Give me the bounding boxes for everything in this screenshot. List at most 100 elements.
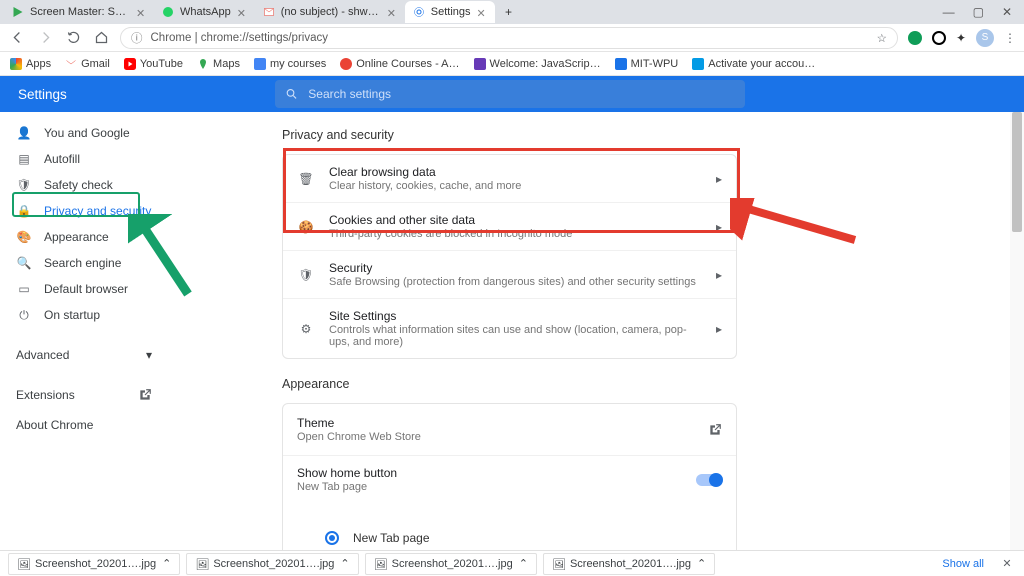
js-bookmark[interactable]: Welcome: JavaScrip… (474, 58, 601, 70)
search-settings[interactable] (275, 80, 745, 108)
close-icon[interactable]: ✕ (1002, 5, 1012, 19)
scrollbar[interactable] (1010, 112, 1024, 550)
address-bar: ⓘ Chrome | chrome://settings/privacy ☆ ✦… (0, 24, 1024, 52)
minimize-icon[interactable]: — (943, 5, 955, 19)
download-item[interactable]: 🖼Screenshot_20201….jpg⌃ (365, 553, 537, 575)
browser-tabbar: Screen Master: Screenshot & Lo ✕ WhatsAp… (0, 0, 1024, 24)
row-security[interactable]: 🛡 SecuritySafe Browsing (protection from… (283, 250, 736, 298)
ext2-icon[interactable] (932, 31, 946, 45)
shield-check-icon: 🛡 (16, 178, 32, 192)
chevron-up-icon[interactable]: ⌃ (340, 557, 349, 570)
autofill-icon: ▤ (16, 152, 32, 166)
row-cookies[interactable]: 🍪 Cookies and other site dataThird-party… (283, 202, 736, 250)
chevron-up-icon[interactable]: ⌃ (162, 557, 171, 570)
star-icon[interactable]: ☆ (877, 31, 887, 45)
mit-bookmark[interactable]: MIT-WPU (615, 58, 679, 70)
file-icon: 🖼 (552, 558, 564, 570)
sidebar-item-default[interactable]: ▭Default browser (8, 276, 160, 302)
tune-icon: ⚙ (297, 322, 315, 336)
profile-avatar[interactable]: S (976, 29, 994, 47)
maps-bookmark[interactable]: Maps (197, 58, 240, 70)
browser-icon: ▭ (16, 282, 32, 296)
row-clear-data[interactable]: 🗑 Clear browsing dataClear history, cook… (283, 155, 736, 202)
close-icon[interactable]: ✕ (477, 7, 487, 17)
extensions-icon[interactable]: ✦ (956, 31, 966, 45)
row-theme[interactable]: ThemeOpen Chrome Web Store (283, 404, 736, 455)
tab-gmail[interactable]: (no subject) - shweta.sawant656 ✕ (255, 1, 405, 23)
sidebar-item-startup[interactable]: ⏻On startup (8, 302, 160, 328)
gmail-bookmark[interactable]: Gmail (65, 58, 110, 70)
section-privacy-title: Privacy and security (282, 128, 1024, 142)
menu-icon[interactable]: ⋮ (1004, 31, 1016, 45)
chevron-up-icon[interactable]: ⌃ (697, 557, 706, 570)
new-tab-button[interactable]: + (499, 2, 519, 22)
row-site-settings[interactable]: ⚙ Site SettingsControls what information… (283, 298, 736, 358)
play-favicon (12, 6, 24, 18)
courses-bookmark[interactable]: my courses (254, 58, 326, 70)
omnibox[interactable]: ⓘ Chrome | chrome://settings/privacy ☆ (120, 27, 898, 49)
forward-button[interactable] (36, 29, 54, 47)
security-icon: 🔒 (16, 204, 32, 218)
sidebar-item-search[interactable]: 🔍Search engine (8, 250, 160, 276)
chevron-up-icon[interactable]: ⌃ (519, 557, 528, 570)
search-input[interactable] (308, 87, 735, 101)
url-text: Chrome | chrome://settings/privacy (151, 32, 869, 44)
file-icon: 🖼 (374, 558, 386, 570)
show-all-downloads[interactable]: Show all (934, 558, 992, 570)
external-link-icon (708, 423, 722, 437)
settings-sidebar: 👤You and Google ▤Autofill 🛡Safety check … (0, 112, 170, 550)
settings-favicon (413, 6, 425, 18)
sidebar-item-you[interactable]: 👤You and Google (8, 120, 160, 146)
window-controls: — ▢ ✕ (943, 5, 1020, 19)
tab-label: Settings (431, 6, 471, 18)
sidebar-item-safety[interactable]: 🛡Safety check (8, 172, 160, 198)
file-icon: 🖼 (17, 558, 29, 570)
apps-bookmark[interactable]: Apps (10, 58, 51, 70)
site-info-icon[interactable]: ⓘ (131, 30, 143, 46)
sidebar-item-autofill[interactable]: ▤Autofill (8, 146, 160, 172)
tab-whatsapp[interactable]: WhatsApp ✕ (154, 1, 255, 23)
activate-bookmark[interactable]: Activate your accou… (692, 58, 815, 70)
radio-ntp[interactable] (325, 531, 339, 545)
search-icon: 🔍 (16, 256, 32, 270)
gmail-favicon (263, 6, 275, 18)
close-icon[interactable]: ✕ (387, 7, 397, 17)
reload-button[interactable] (64, 29, 82, 47)
whatsapp-favicon (162, 6, 174, 18)
youtube-bookmark[interactable]: YouTube (124, 58, 183, 70)
download-item[interactable]: 🖼Screenshot_20201….jpg⌃ (186, 553, 358, 575)
sidebar-item-privacy[interactable]: 🔒Privacy and security (8, 198, 160, 224)
settings-title: Settings (0, 87, 270, 102)
settings-body: 👤You and Google ▤Autofill 🛡Safety check … (0, 112, 1024, 550)
section-appearance-title: Appearance (282, 377, 1024, 391)
chevron-right-icon: ▸ (716, 322, 722, 336)
back-button[interactable] (8, 29, 26, 47)
trash-icon: 🗑 (297, 172, 315, 186)
close-icon[interactable]: ✕ (136, 7, 146, 17)
download-item[interactable]: 🖼Screenshot_20201….jpg⌃ (543, 553, 715, 575)
chevron-right-icon: ▸ (716, 220, 722, 234)
sidebar-advanced[interactable]: Advanced▾ (8, 342, 160, 368)
maximize-icon[interactable]: ▢ (973, 5, 984, 19)
privacy-card: 🗑 Clear browsing dataClear history, cook… (282, 154, 737, 359)
close-shelf[interactable]: ✕ (998, 557, 1016, 570)
chevron-right-icon: ▸ (716, 268, 722, 282)
row-home-button: Show home buttonNew Tab page New Tab pag… (283, 455, 736, 550)
sidebar-item-appearance[interactable]: 🎨Appearance (8, 224, 160, 250)
search-icon (285, 87, 298, 101)
settings-header: Settings (0, 76, 1024, 112)
home-button[interactable] (92, 29, 110, 47)
ext1-icon[interactable] (908, 31, 922, 45)
appearance-card: ThemeOpen Chrome Web Store Show home but… (282, 403, 737, 550)
tab-settings[interactable]: Settings ✕ (405, 1, 495, 23)
cookie-icon: 🍪 (297, 220, 315, 234)
sidebar-about[interactable]: About Chrome (8, 412, 160, 438)
tab-play[interactable]: Screen Master: Screenshot & Lo ✕ (4, 1, 154, 23)
download-item[interactable]: 🖼Screenshot_20201….jpg⌃ (8, 553, 180, 575)
close-icon[interactable]: ✕ (237, 7, 247, 17)
home-button-toggle[interactable] (696, 474, 722, 486)
scrollbar-thumb[interactable] (1012, 112, 1022, 232)
online-bookmark[interactable]: Online Courses - A… (340, 58, 459, 70)
shield-icon: 🛡 (297, 268, 315, 282)
sidebar-extensions[interactable]: Extensions (8, 382, 160, 408)
